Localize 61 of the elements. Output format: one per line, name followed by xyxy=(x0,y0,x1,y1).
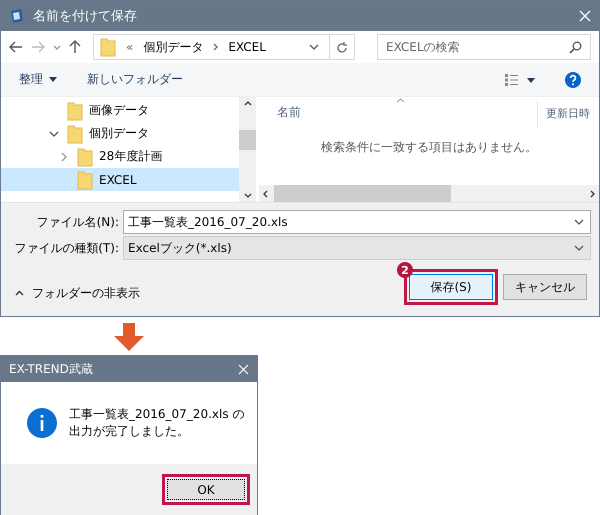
view-options-icon[interactable] xyxy=(505,74,535,86)
folder-icon xyxy=(67,100,83,120)
refresh-icon[interactable] xyxy=(336,40,348,54)
horizontal-scrollbar[interactable] xyxy=(259,185,599,202)
organize-button[interactable]: 整理 xyxy=(19,71,57,88)
message-text: 工事一覧表_2016_07_20.xls の xyxy=(69,406,244,423)
info-icon xyxy=(27,408,57,438)
new-folder-button[interactable]: 新しいフォルダー xyxy=(87,71,183,88)
chevron-down-icon[interactable] xyxy=(244,193,252,198)
folder-label: 画像データ xyxy=(89,102,149,119)
tree-item[interactable]: EXCEL xyxy=(1,168,239,191)
window-title: EX-TREND武蔵 xyxy=(9,360,94,378)
column-header[interactable]: 更新日時 xyxy=(537,101,599,127)
dialog-button[interactable]: キャンセル xyxy=(503,274,587,300)
folder-icon xyxy=(77,146,93,166)
step-badge: 2 xyxy=(397,262,413,278)
sort-caret-icon xyxy=(396,98,405,103)
caret-down-icon xyxy=(49,77,57,82)
folder-label: EXCEL xyxy=(99,172,137,186)
chevron-up-icon[interactable] xyxy=(244,101,252,106)
scrollbar-thumb[interactable] xyxy=(274,185,451,202)
dropdown-chevron-icon xyxy=(574,245,584,251)
dropdown-chevron-icon xyxy=(309,44,319,50)
breadcrumb[interactable]: 個別データ xyxy=(143,38,204,56)
hide-folders-button[interactable]: フォルダーの非表示 xyxy=(15,284,399,302)
chevron-up-icon xyxy=(15,290,24,296)
folder-label: 個別データ xyxy=(89,125,149,142)
app-icon xyxy=(9,8,25,24)
window-title: 名前を付けて保存 xyxy=(33,8,138,25)
down-arrow-icon xyxy=(113,323,145,351)
address-bar[interactable]: « 個別データ EXCEL xyxy=(93,34,355,60)
message-text: 出力が完了しました。 xyxy=(69,423,190,440)
chevron-right-icon xyxy=(213,43,218,51)
back-arrow-icon[interactable] xyxy=(9,41,23,53)
column-header[interactable]: 名前 xyxy=(259,104,537,127)
chevron-left-icon[interactable] xyxy=(263,190,268,198)
tree-item[interactable]: 個別データ xyxy=(1,122,239,145)
dropdown-chevron-icon xyxy=(574,219,584,225)
close-icon[interactable] xyxy=(238,364,249,374)
overflow-mark[interactable]: « xyxy=(126,40,134,54)
breadcrumb[interactable]: EXCEL xyxy=(228,40,266,54)
chevron-down-icon[interactable] xyxy=(49,130,59,136)
up-arrow-icon[interactable] xyxy=(69,40,81,54)
close-icon[interactable] xyxy=(579,10,591,22)
tree-item[interactable]: 28年度計画 xyxy=(1,145,239,168)
folder-label: 28年度計画 xyxy=(99,148,162,165)
tree-item[interactable]: 画像データ xyxy=(1,99,239,122)
folder-icon xyxy=(67,124,83,144)
empty-message: 検索条件に一致する項目はありません。 xyxy=(321,139,537,156)
search-icon xyxy=(569,41,582,54)
vertical-scrollbar[interactable] xyxy=(239,97,256,202)
folder-icon xyxy=(100,37,116,57)
field-label: ファイルの種類(T): xyxy=(13,240,119,256)
field-label: ファイル名(N): xyxy=(36,214,119,230)
folder-icon xyxy=(77,170,93,190)
chevron-right-icon[interactable] xyxy=(590,190,595,198)
file-type-dropdown[interactable]: Excelブック(*.xls) xyxy=(123,236,591,260)
search-field[interactable]: EXCELの検索 xyxy=(377,34,591,60)
scrollbar-thumb[interactable] xyxy=(239,130,256,150)
file-name-field[interactable]: 工事一覧表_2016_07_20.xls xyxy=(123,210,591,234)
help-icon[interactable] xyxy=(565,72,581,88)
